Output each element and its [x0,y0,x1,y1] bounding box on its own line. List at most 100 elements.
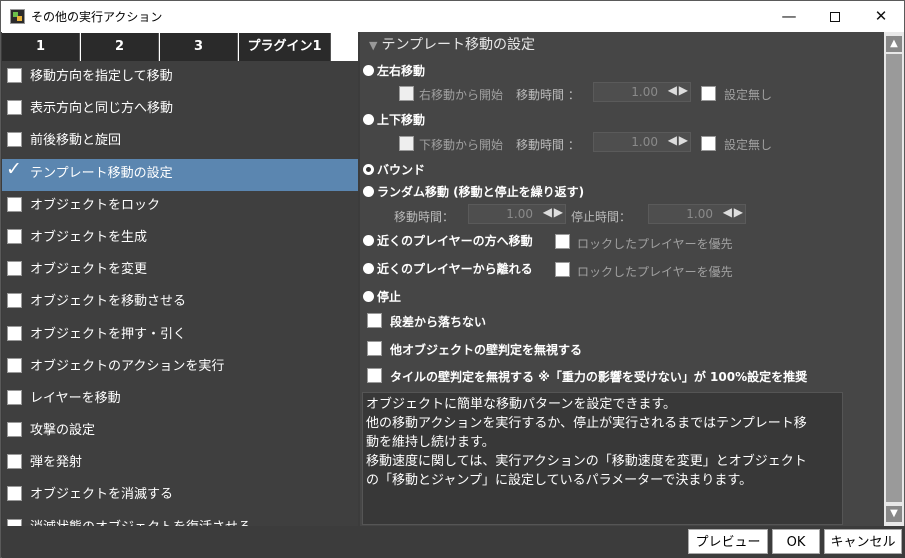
list-item[interactable]: 消滅状態のオブジェクトを復活させる [2,513,358,526]
action-checkbox[interactable] [7,325,22,341]
description-line: の「移動とジャンプ」に設定しているパラメーターで決まります。 [366,473,753,488]
maximize-button[interactable] [812,1,858,32]
action-checkbox[interactable] [7,132,22,148]
action-checkbox[interactable] [7,68,22,83]
stepper-arrows-icon[interactable]: ◀ ▶ [723,205,743,219]
lr-move-label: 左右移動 [377,64,426,78]
lr-none-label: 設定無し [724,88,773,102]
list-item[interactable]: 表示方向と同じ方へ移動 [2,94,358,126]
list-item[interactable]: 攻撃の設定 [2,416,358,448]
radio-near-away[interactable] [363,263,374,274]
list-item[interactable]: 移動方向を指定して移動 [2,62,358,94]
action-checkbox[interactable] [7,261,22,277]
list-item[interactable]: オブジェクトをロック [2,191,358,223]
list-item[interactable]: 前後移動と旋回 [2,126,358,158]
tab-3[interactable]: 3 [160,33,238,61]
close-button[interactable]: ✕ [858,1,904,32]
random-stop-time-label: 停止時間： [571,210,632,224]
lr-time-label: 移動時間 ： [516,88,580,102]
ud-move-label: 上下移動 [377,113,426,127]
radio-near-to[interactable] [363,235,374,246]
app-icon [10,9,25,24]
list-item[interactable]: 弾を発射 [2,448,358,480]
list-item-label: オブジェクトを生成 [30,229,148,245]
list-item-label: オブジェクトを押す・引く [30,326,187,342]
list-item-label: オブジェクトをロック [30,197,161,213]
stop-label: 停止 [377,290,402,304]
list-item-label: オブジェクトを移動させる [30,294,187,310]
list-item[interactable]: オブジェクトを押す・引く [2,320,358,352]
action-list: 移動方向を指定して移動表示方向と同じ方へ移動 前後移動と旋回 ✓ テンプレート移動の設… [2,62,358,526]
list-item[interactable]: オブジェクトのアクションを実行 [2,352,358,384]
action-checkbox[interactable] [7,454,22,470]
list-item[interactable]: オブジェクトを移動させる [2,287,358,319]
checkmark-icon[interactable]: ✓ [6,159,22,178]
radio-random[interactable] [363,186,374,197]
section-header[interactable]: ▼ テンプレート移動の設定 [369,34,535,54]
ok-button[interactable]: OK [772,529,820,554]
action-checkbox[interactable] [7,422,22,438]
action-checkbox[interactable] [7,228,22,244]
list-item-label: テンプレート移動の設定 [30,165,173,181]
lr-start-right-checkbox[interactable] [399,86,414,101]
description-line: 他の移動アクションを実行するか、停止が実行されるまではテンプレート移 [366,416,807,431]
stepper-arrows-icon[interactable]: ◀ ▶ [668,133,688,147]
tab-1[interactable]: 1 [2,33,80,61]
list-item-label: 攻撃の設定 [30,423,96,439]
list-item[interactable]: ✓ テンプレート移動の設定 [2,158,358,191]
tab-2[interactable]: 2 [81,33,159,61]
radio-lr-move[interactable] [363,65,374,76]
cancel-button[interactable]: キャンセル [824,529,902,554]
radio-bound[interactable] [363,164,374,175]
radio-stop[interactable] [363,291,374,302]
ud-start-down-checkbox[interactable] [399,136,414,151]
random-move-time-input[interactable]: 1.00 ◀ ▶ [468,204,566,224]
list-item[interactable]: オブジェクトを生成 [2,223,358,255]
near-to-lock-checkbox[interactable] [555,234,570,249]
action-list-panel: 1 2 3 プラグイン1 移動方向を指定して移動表示方向と同じ方へ移動 前後移動と… [2,32,358,526]
scroll-thumb[interactable] [886,54,902,502]
scroll-up-icon[interactable]: ▲ [886,36,902,52]
tab-plugin1[interactable]: プラグイン1 [239,33,331,61]
ignore-object-wall-checkbox[interactable] [367,341,382,356]
ud-none-checkbox[interactable] [701,136,716,151]
stepper-arrows-icon[interactable]: ◀ ▶ [543,205,563,219]
collapse-triangle-icon: ▼ [369,39,378,52]
no-fall-label: 段差から落ちない [390,315,487,329]
stepper-arrows-icon[interactable]: ◀ ▶ [668,83,688,97]
ud-time-input[interactable]: 1.00 ◀ ▶ [593,132,691,152]
list-item-label: 前後移動と旋回 [30,133,122,149]
action-checkbox[interactable] [7,100,22,116]
ud-none-label: 設定無し [724,138,773,152]
action-checkbox[interactable] [7,293,22,309]
list-item[interactable]: オブジェクトを消滅する [2,480,358,512]
list-item-label: オブジェクトを変更 [30,262,148,278]
list-item-label: 表示方向と同じ方へ移動 [30,101,174,117]
lr-time-input[interactable]: 1.00 ◀ ▶ [593,82,691,102]
action-checkbox[interactable] [7,518,22,526]
action-checkbox[interactable] [7,196,22,212]
near-to-label: 近くのプレイヤーの方へ移動 [377,234,533,248]
random-label: ランダム移動 (移動と停止を繰り返す) [377,185,585,199]
minimize-button[interactable]: — [766,1,812,32]
lr-none-checkbox[interactable] [701,86,716,101]
dialog-window: その他の実行アクション — ✕ 1 2 3 プラグイン1 移動方向を指定して移動… [0,0,905,558]
random-move-time-label: 移動時間： [394,210,455,224]
no-fall-checkbox[interactable] [367,313,382,328]
ignore-tile-wall-checkbox[interactable] [367,368,382,383]
window-title: その他の実行アクション [31,10,163,24]
action-checkbox[interactable] [7,389,22,405]
list-item-label: 消滅状態のオブジェクトを復活させる [30,516,251,526]
list-item[interactable]: オブジェクトを変更 [2,255,358,287]
scroll-down-icon[interactable]: ▼ [886,506,902,522]
list-item[interactable]: レイヤーを移動 [2,384,358,416]
preview-button[interactable]: プレビュー [688,529,768,554]
action-checkbox[interactable] [7,357,22,373]
action-checkbox[interactable] [7,486,22,502]
ud-time-label: 移動時間 ： [516,138,580,152]
radio-ud-move[interactable] [363,114,374,125]
near-away-lock-checkbox[interactable] [555,262,570,277]
vertical-scrollbar[interactable]: ▲ ▼ [884,32,904,526]
description-line: 動を維持し続けます。 [366,435,495,450]
random-stop-time-input[interactable]: 1.00 ◀ ▶ [648,204,746,224]
